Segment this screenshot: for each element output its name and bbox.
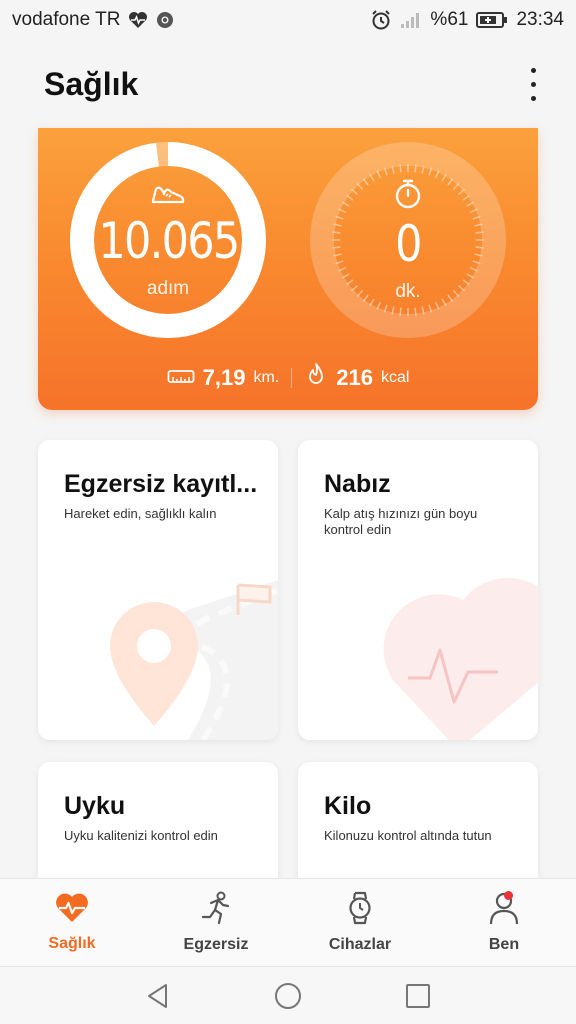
more-dot [530, 95, 536, 101]
nav-tab-devices[interactable]: Cihazlar [288, 879, 432, 966]
nav-label: Cihazlar [328, 936, 392, 953]
stats-divider [291, 368, 293, 388]
home-circle-icon [275, 982, 301, 1009]
steps-unit: adım [146, 277, 190, 299]
card-title: Egzersiz kayıtl... [64, 470, 258, 498]
distance-stat: 7,19 km. [167, 365, 280, 391]
carrier-label: vodafone TR [12, 9, 121, 30]
clock-time: 23:34 [516, 9, 564, 30]
distance-unit: km. [253, 369, 280, 386]
card-title: Nabız [324, 470, 391, 498]
nav-tab-exercise[interactable]: Egzersiz [144, 879, 288, 966]
more-dot [530, 67, 536, 73]
heart-rate-card[interactable]: Nabız Kalp atış hızınızı gün boyu kontro… [298, 440, 538, 740]
nav-label: Egzersiz [183, 936, 249, 953]
alarm-icon [370, 9, 392, 31]
battery-charging-icon [476, 11, 508, 29]
active-time-ring[interactable]: 0 dk. [310, 142, 506, 338]
active-time-value: 0 [395, 214, 422, 273]
distance-value: 7,19 [202, 365, 246, 390]
chrome-icon [156, 11, 174, 29]
watch-icon [345, 891, 375, 930]
system-navigation-bar [0, 966, 576, 1024]
ruler-icon [167, 365, 195, 391]
nav-label: Sağlık [48, 935, 96, 952]
notification-dot [504, 891, 513, 900]
exercise-records-card[interactable]: Egzersiz kayıtl... Hareket edin, sağlıkl… [38, 440, 278, 740]
steps-value: 10.065 [97, 211, 240, 270]
heart-pulse-icon [54, 892, 90, 929]
heart-pulse-icon [128, 11, 148, 29]
nav-tab-health[interactable]: Sağlık [0, 879, 144, 966]
calories-value: 216 [336, 365, 373, 390]
more-options-button[interactable] [518, 62, 548, 106]
stopwatch-icon [393, 178, 423, 215]
back-button[interactable] [138, 976, 178, 1016]
more-dot [530, 81, 536, 87]
steps-ring[interactable]: 10.065 adım [70, 142, 266, 338]
calories-stat: 216 kcal [304, 362, 409, 394]
activity-summary-card[interactable]: 10.065 adım 0 dk. 7,19 km. 216 kcal [38, 128, 538, 410]
back-triangle-icon [148, 983, 167, 1008]
battery-percent: %61 [430, 9, 469, 30]
recents-button[interactable] [398, 976, 438, 1016]
shoe-icon [150, 181, 186, 212]
nav-label: Ben [488, 936, 520, 953]
card-description: Kalp atış hızınızı gün boyu kontrol edin [324, 506, 478, 537]
nav-tab-me[interactable]: Ben [432, 879, 576, 966]
active-time-unit: dk. [395, 280, 421, 302]
app-header: Sağlık [0, 40, 576, 128]
status-bar: vodafone TR %61 23:34 [0, 0, 576, 40]
card-description: Uyku kalitenizi kontrol edin [64, 828, 218, 843]
home-button[interactable] [268, 976, 308, 1016]
flame-icon [304, 362, 328, 394]
hero-stats: 7,19 km. 216 kcal [38, 362, 538, 394]
page-title: Sağlık [44, 65, 139, 102]
card-description: Kilonuzu kontrol altında tutun [324, 828, 492, 843]
calories-unit: kcal [380, 369, 410, 386]
runner-icon [198, 891, 234, 930]
card-title: Kilo [324, 792, 372, 820]
card-title: Uyku [64, 792, 126, 820]
signal-icon [400, 11, 422, 29]
recents-square-icon [406, 983, 430, 1008]
card-description: Hareket edin, sağlıklı kalın [64, 506, 217, 521]
bottom-navigation: Sağlık Egzersiz Cihazlar Ben [0, 878, 576, 966]
